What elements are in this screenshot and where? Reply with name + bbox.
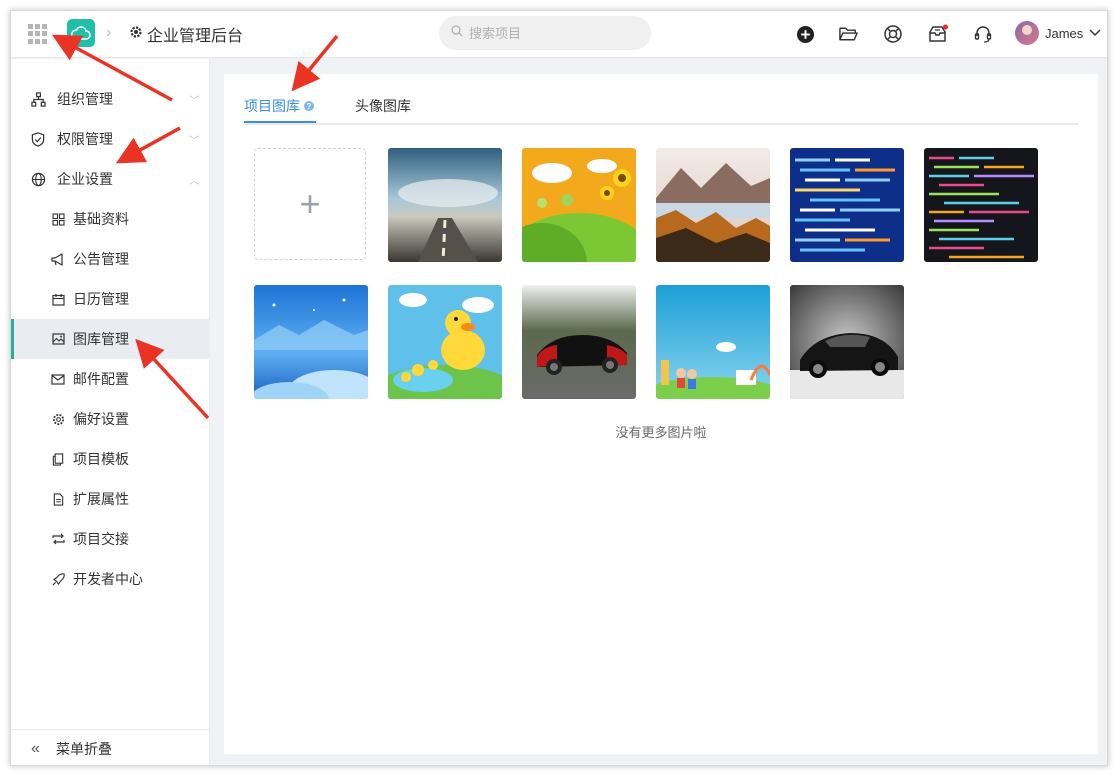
copy-icon — [51, 452, 65, 466]
avatar — [1015, 21, 1039, 45]
plus-icon: + — [299, 183, 321, 224]
calendar-icon — [51, 292, 65, 306]
app-grid-icon[interactable] — [28, 24, 48, 44]
folder-icon[interactable] — [837, 23, 859, 45]
swap-icon — [51, 532, 65, 546]
search-icon — [451, 24, 463, 42]
inbox-notification-icon[interactable] — [927, 23, 949, 45]
sidebar-item-label: 开发者中心 — [73, 571, 143, 587]
code-dark-image[interactable] — [924, 148, 1038, 262]
help-icon[interactable]: ? — [304, 101, 314, 111]
menu-label: 权限管理 — [57, 131, 113, 147]
org-chart-icon — [30, 91, 46, 107]
sidebar-item-label: 图库管理 — [73, 331, 129, 347]
chevron-down-icon: ﹀ — [189, 95, 199, 107]
menu-label: 组织管理 — [57, 91, 113, 107]
breadcrumb[interactable]: 企业管理后台 — [129, 22, 243, 46]
headset-icon[interactable] — [972, 23, 994, 45]
sidebar-item-label: 项目交接 — [73, 531, 129, 547]
sidebar-item-project-handover[interactable]: 项目交接 — [11, 519, 210, 559]
page-title: 企业管理后台 — [147, 28, 244, 45]
sunflower-cartoon-image[interactable] — [522, 148, 636, 262]
tab-label: 头像图库 — [355, 98, 411, 114]
code-blue-image[interactable] — [790, 148, 904, 262]
grid-icon — [51, 212, 65, 226]
menu-collapse-button[interactable]: « 菜单折叠 — [11, 729, 210, 765]
black-car-image[interactable] — [790, 285, 904, 399]
chevron-up-icon: ︿ — [189, 175, 199, 187]
tab-project-gallery[interactable]: 项目图库 ? — [244, 96, 314, 116]
top-bar: › 企业管理后台 James — [11, 11, 1107, 58]
road-sky-image[interactable] — [388, 148, 502, 262]
active-tab-indicator — [244, 121, 316, 123]
sidebar-item-developer-center[interactable]: 开发者中心 — [11, 559, 210, 599]
image-gallery: + — [254, 148, 1054, 408]
sidebar-item-label: 邮件配置 — [73, 371, 129, 387]
sidebar-item-project-templates[interactable]: 项目模板 — [11, 439, 210, 479]
cloud-logo-icon[interactable] — [67, 19, 95, 47]
kids-cartoon-image[interactable] — [656, 285, 770, 399]
search-input[interactable] — [469, 25, 639, 41]
shield-icon — [30, 131, 46, 147]
mail-icon — [51, 372, 65, 386]
search-box[interactable] — [439, 16, 651, 50]
image-icon — [51, 332, 65, 346]
megaphone-icon — [51, 252, 65, 266]
blue-winter-image[interactable] — [254, 285, 368, 399]
app-window: › 企业管理后台 James — [10, 10, 1108, 766]
tab-bar: 项目图库 ? 头像图库 — [244, 90, 1078, 125]
sidebar-item-gallery[interactable]: 图库管理 — [11, 319, 210, 359]
lifebuoy-icon[interactable] — [882, 23, 904, 45]
menu-permission-management[interactable]: 权限管理 ﹀ — [11, 119, 210, 159]
gear-icon — [129, 25, 143, 44]
sidebar-item-calendar[interactable]: 日历管理 — [11, 279, 210, 319]
menu-label: 企业设置 — [57, 171, 113, 187]
tab-label: 项目图库 — [244, 98, 300, 114]
duck-cartoon-image[interactable] — [388, 285, 502, 399]
sidebar-item-label: 日历管理 — [73, 291, 129, 307]
user-name: James — [1045, 25, 1084, 41]
sidebar-item-extended-attributes[interactable]: 扩展属性 — [11, 479, 210, 519]
collapse-label: 菜单折叠 — [56, 740, 112, 757]
sidebar-item-label: 偏好设置 — [73, 411, 129, 427]
chevron-right-icon: › — [106, 24, 112, 41]
sidebar-item-mail-config[interactable]: 邮件配置 — [11, 359, 210, 399]
document-icon — [51, 492, 65, 506]
sidebar-item-label: 扩展属性 — [73, 491, 129, 507]
sidebar-item-basic-info[interactable]: 基础资料 — [11, 199, 210, 239]
user-menu[interactable]: James — [1015, 21, 1101, 45]
menu-org-management[interactable]: 组织管理 ﹀ — [11, 79, 210, 119]
menu-enterprise-settings[interactable]: 企业设置 ︿ — [11, 159, 210, 199]
mountain-lake-image[interactable] — [656, 148, 770, 262]
chevron-down-icon — [1089, 24, 1101, 42]
red-car-image[interactable] — [522, 285, 636, 399]
upload-image-button[interactable]: + — [254, 148, 366, 260]
main-content: 项目图库 ? 头像图库 + 没有更多图片啦 — [224, 74, 1098, 754]
gear-icon — [51, 412, 65, 426]
sidebar-item-label: 公告管理 — [73, 251, 129, 267]
add-circle-icon[interactable] — [794, 23, 816, 45]
rocket-icon — [51, 572, 65, 586]
sidebar-item-label: 项目模板 — [73, 451, 129, 467]
no-more-images-text: 没有更多图片啦 — [615, 425, 707, 440]
sidebar-item-announcements[interactable]: 公告管理 — [11, 239, 210, 279]
tab-avatar-gallery[interactable]: 头像图库 — [355, 96, 411, 116]
sidebar: 组织管理 ﹀ 权限管理 ﹀ 企业设置 ︿ 基础资料 公告管理 日历管理 图库管理… — [11, 59, 210, 765]
sidebar-item-label: 基础资料 — [73, 211, 129, 227]
sidebar-item-preferences[interactable]: 偏好设置 — [11, 399, 210, 439]
chevron-down-icon: ﹀ — [189, 135, 199, 147]
double-chevron-left-icon: « — [31, 739, 40, 757]
globe-icon — [30, 171, 46, 187]
